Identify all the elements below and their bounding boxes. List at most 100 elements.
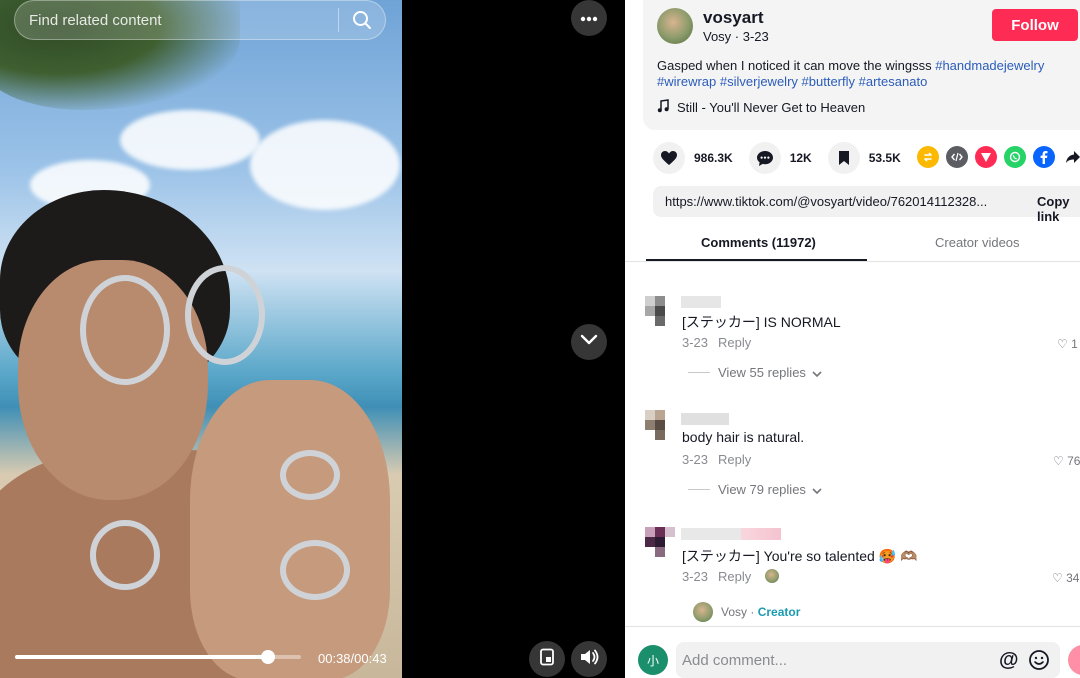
reply-button[interactable]: Reply [718,335,751,350]
author-subline: Vosy · 3-23 [703,29,769,44]
search-bar[interactable] [14,0,386,40]
creator-reply-avatar[interactable] [693,602,713,622]
reply-button[interactable]: Reply [718,452,751,467]
view-replies-label: View 55 replies [718,365,806,380]
mention-at-icon[interactable]: @ [999,649,1019,672]
video-time-display: 00:38/00:43 [318,651,387,666]
favorite-count: 53.5K [868,151,901,165]
engagement-bar: 986.3K 12K 53.5K [653,142,917,174]
video-progress-handle[interactable] [260,650,275,664]
picture-in-picture-icon [539,648,555,671]
music-link[interactable]: Still - You'll Never Get to Heaven [657,99,865,116]
tab-creator-videos[interactable]: Creator videos [935,235,1020,250]
search-icon[interactable] [339,0,385,40]
view-replies-button[interactable]: View 55 replies [688,365,822,380]
like-count: 986.3K [694,151,733,165]
like-button[interactable]: 986.3K [653,142,733,174]
more-options-button[interactable] [571,0,607,36]
comment-bubble-icon [748,142,781,174]
comment-date: 3-23 [682,569,709,584]
comment-text: [ステッカー] IS NORMAL [682,314,841,330]
author-avatar[interactable] [657,8,693,44]
creator-liked-avatar [764,569,779,583]
video-url[interactable]: https://www.tiktok.com/@vosyart/video/76… [665,194,995,209]
emoji-icon[interactable] [1028,649,1050,676]
video-person [0,190,402,678]
video-progress-bar[interactable] [15,650,301,664]
comment-like-count: 76 [1067,454,1080,468]
comment-text: [ステッカー] You're so talented 🥵 🫶🏽 [682,548,918,564]
hashtag-link[interactable]: #wirewrap [657,74,716,89]
commenter-avatar-blurred[interactable] [645,296,677,328]
hashtag-link[interactable]: #butterfly [802,74,855,89]
tab-comments[interactable]: Comments (11972) [701,235,816,250]
comment-like-button[interactable]: ♡ 76 [1053,454,1080,468]
music-title: Still - You'll Never Get to Heaven [677,100,866,115]
comment-date: 3-23 [682,335,709,350]
comment-date: 3-23 [682,452,709,467]
view-replies-button[interactable]: View 79 replies [688,482,822,497]
post-comment-button[interactable] [1068,645,1080,675]
view-replies-label: View 79 replies [718,482,806,497]
hashtag-link[interactable]: #handmadejewelry [935,58,1044,73]
author-username[interactable]: vosyart [703,8,763,28]
commenter-avatar-blurred[interactable] [645,410,677,442]
commenter-avatar-blurred[interactable] [645,527,677,559]
whatsapp-icon[interactable] [1004,146,1026,168]
replies-divider [688,489,710,490]
music-note-icon [657,99,669,116]
embed-code-icon[interactable] [946,146,968,168]
wire-butterfly-wing [80,275,170,385]
chevron-down-icon [580,333,598,351]
current-user-avatar[interactable]: 小 [638,645,668,675]
comment-meta: 3-23 Reply [682,335,751,350]
comment-like-button[interactable]: ♡ 34 [1052,571,1079,585]
repost-icon[interactable] [917,146,939,168]
chevron-down-icon [812,482,822,497]
facebook-icon[interactable] [1033,146,1055,168]
caption-text: Gasped when I noticed it can move the wi… [657,58,932,73]
favorite-button[interactable]: 53.5K [827,142,901,174]
comment-count: 12K [789,151,812,165]
next-video-button[interactable] [571,324,607,360]
video-person-hand [190,380,390,678]
volume-button[interactable] [571,641,607,677]
wire-necklace-spiral [90,520,160,590]
creator-reply-header: Vosy · Creator [721,605,801,619]
floating-player-button[interactable] [529,641,565,677]
speaker-icon [579,648,599,671]
heart-icon [653,142,685,174]
heart-outline-icon: ♡ [1057,337,1068,351]
search-input[interactable] [15,11,338,29]
detail-panel: vosyart Vosy · 3-23 Follow Gasped when I… [625,0,1080,678]
active-tab-indicator [646,259,867,261]
comment-meta: 3-23 Reply [682,569,779,584]
share-arrow-icon[interactable] [1062,146,1080,168]
comment-composer: 小 @ [625,626,1080,678]
video-cloud [120,110,260,170]
send-to-friends-icon[interactable] [975,146,997,168]
comment-button[interactable]: 12K [748,142,812,174]
video-player[interactable]: 00:38/00:43 [0,0,402,678]
comment-like-button[interactable]: ♡ 1 [1057,337,1078,351]
commenter-name-blurred[interactable] [681,528,781,540]
reply-button[interactable]: Reply [718,569,751,584]
follow-button[interactable]: Follow [992,9,1078,41]
video-caption: Gasped when I noticed it can move the wi… [657,58,1080,90]
heart-outline-icon: ♡ [1052,571,1063,585]
share-link-box: https://www.tiktok.com/@vosyart/video/76… [653,186,1080,224]
commenter-name-blurred[interactable] [681,413,729,425]
replies-divider [688,372,710,373]
hashtag-link[interactable]: #silverjewelry [720,74,798,89]
comment-input[interactable] [682,642,982,678]
wire-ring [280,540,350,600]
copy-link-button[interactable]: Copy link [1037,194,1080,224]
heart-outline-icon: ♡ [1053,454,1064,468]
commenter-name-blurred[interactable] [681,296,721,308]
hashtag-link[interactable]: #artesanato [859,74,928,89]
video-info-card: vosyart Vosy · 3-23 Follow Gasped when I… [643,0,1080,130]
more-dots-icon [580,9,598,27]
creator-reply-name[interactable]: Vosy [721,605,747,619]
wire-ring [280,450,340,500]
comment-input-wrapper: @ [676,642,1060,678]
